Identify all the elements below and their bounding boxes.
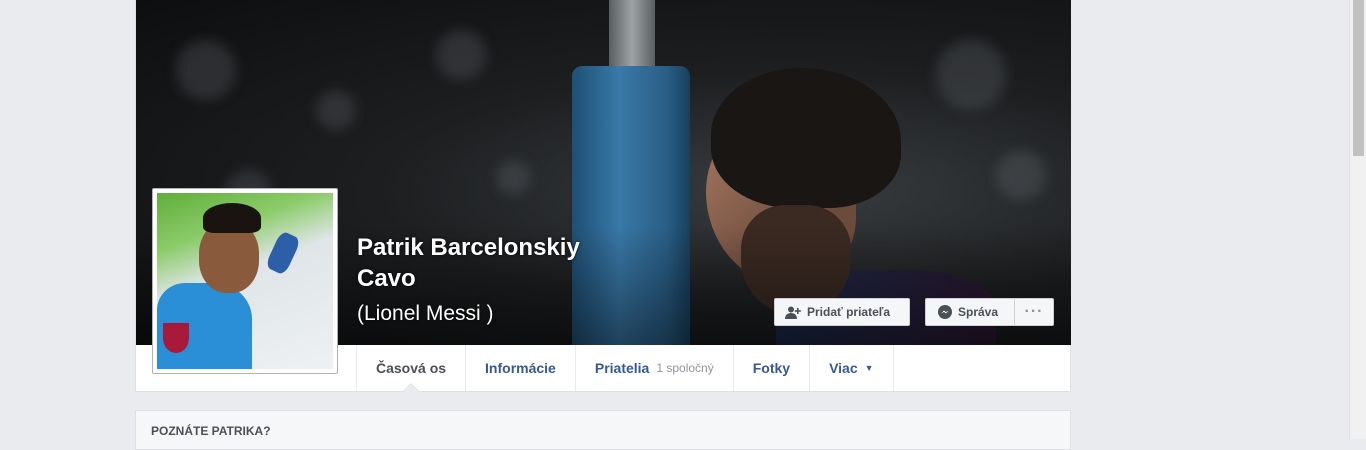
mutual-friends-count: 1 spoločný <box>656 361 714 375</box>
profile-nav-tabs: Časová os Informácie Priatelia 1 spoločn… <box>356 345 894 392</box>
tab-label: Informácie <box>485 360 556 376</box>
more-options-button[interactable]: ··· <box>1014 298 1054 326</box>
alternate-name: (Lionel Messi ) <box>357 302 494 325</box>
add-friend-label: Pridať priateľa <box>807 305 891 319</box>
message-label: Správa <box>958 305 999 319</box>
tab-label: Priatelia <box>594 360 650 376</box>
profile-name-line1: Patrik Barcelonskiy <box>357 234 580 261</box>
profile-photo-image <box>157 193 333 369</box>
tab-label: Časová os <box>376 360 447 376</box>
messenger-icon <box>938 305 952 319</box>
tab-more[interactable]: Viac ▼ <box>810 345 894 391</box>
tab-friends[interactable]: Priatelia 1 spoločný <box>576 345 734 391</box>
tab-about[interactable]: Informácie <box>466 345 576 391</box>
caret-down-icon: ▼ <box>864 363 874 373</box>
add-friend-icon <box>785 306 801 319</box>
profile-picture[interactable] <box>152 188 338 374</box>
add-friend-button[interactable]: Pridať priateľa <box>774 298 910 326</box>
scrollbar-thumb[interactable] <box>1353 0 1364 156</box>
know-person-title: POZNÁTE PATRIKA? <box>151 424 271 438</box>
more-options-icon: ··· <box>1024 303 1044 320</box>
profile-name-line2: Cavo <box>357 265 416 292</box>
profile-header-card: Patrik Barcelonskiy Cavo (Lionel Messi )… <box>135 0 1071 392</box>
know-person-card: POZNÁTE PATRIKA? <box>135 410 1071 450</box>
tab-label: Fotky <box>752 360 791 376</box>
page-scrollbar[interactable] <box>1349 0 1366 439</box>
tab-timeline[interactable]: Časová os <box>357 345 467 392</box>
tab-photos[interactable]: Fotky <box>734 345 811 391</box>
message-button[interactable]: Správa <box>925 298 1015 326</box>
profile-name[interactable]: Patrik Barcelonskiy Cavo <box>357 232 657 294</box>
tab-label: Viac <box>829 360 858 376</box>
